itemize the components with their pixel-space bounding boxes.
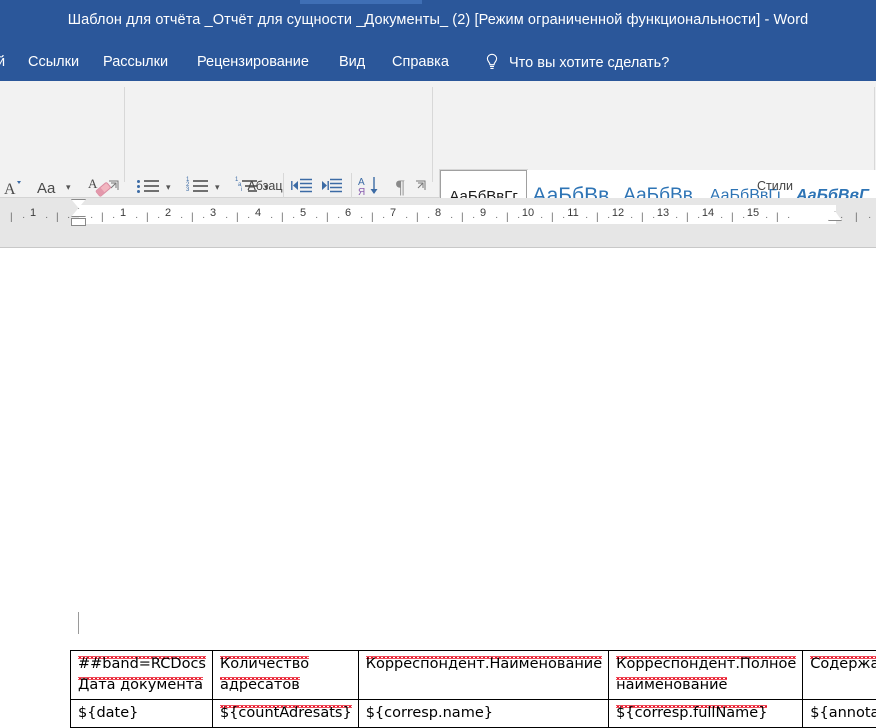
table-cell[interactable]: Корреспондент.Полное наименование [609, 651, 803, 700]
ruler-number: 15 [743, 207, 763, 219]
ruler-number: 14 [698, 207, 718, 219]
document-canvas[interactable]: ##band=RCDocs Дата документа Количество … [0, 248, 876, 644]
table-cell[interactable]: ${date} [71, 700, 213, 728]
ruler-number: 12 [608, 207, 628, 219]
active-tab-accent [300, 0, 422, 4]
ruler-number: 2 [161, 207, 175, 219]
table-cell[interactable]: ${corresp.name} [358, 700, 608, 728]
tell-me-label: Что вы хотите сделать? [509, 55, 669, 71]
show-formatting-marks-icon[interactable]: ¶ [392, 175, 414, 197]
title-bar: Шаблон для отчёта _Отчёт для сущности _Д… [0, 0, 876, 44]
cell-text: ##band=RCDocs Дата документа [78, 656, 206, 696]
svg-text:Aa: Aa [37, 180, 56, 197]
ruler-number: 4 [251, 207, 265, 219]
tab-references[interactable]: Ссылки [28, 54, 79, 70]
svg-text:A: A [88, 176, 98, 191]
cell-text: ${countAdresats} [220, 705, 352, 724]
group-separator-styles [874, 87, 875, 182]
change-case-icon[interactable]: Aa [34, 175, 66, 199]
tab-mailings[interactable]: Рассылки [103, 54, 168, 70]
document-table[interactable]: ##band=RCDocs Дата документа Количество … [70, 650, 876, 728]
left-indent-marker[interactable] [71, 218, 86, 226]
table-row[interactable]: ${date} ${countAdresats} ${corresp.name}… [71, 700, 876, 728]
group-label-paragraph: Абзац [180, 179, 350, 193]
ruler-number: 9 [476, 207, 490, 219]
bullet-list-chevron-down-icon[interactable]: ▾ [166, 182, 171, 193]
grow-font-icon[interactable]: A [2, 175, 26, 199]
cell-text: Корреспондент.Наименование [366, 656, 602, 675]
ruler-number: 13 [653, 207, 673, 219]
cell-text: ${date} [78, 705, 138, 721]
cell-text: Количество адресатов [220, 656, 309, 696]
group-separator-font [124, 87, 125, 182]
table-cell[interactable]: Количество адресатов [212, 651, 358, 700]
tab-help[interactable]: Справка [392, 54, 449, 70]
ribbon-tab-bar: й Ссылки Рассылки Рецензирование Вид Спр… [0, 44, 876, 81]
ruler-number: 6 [341, 207, 355, 219]
ruler[interactable]: | · 1 · | · · | · 1 · | · 2 · | · 3 · | … [0, 198, 876, 248]
table-cell[interactable]: Корреспондент.Наименование [358, 651, 608, 700]
cell-text: Корреспондент.Полное наименование [616, 656, 796, 696]
lightbulb-icon [485, 53, 499, 71]
ruler-number: 7 [386, 207, 400, 219]
tab-partial-left[interactable]: й [0, 54, 5, 70]
ribbon: A Aa ▾ A ▾ ab ▾ A ▾ [0, 81, 876, 198]
table-cell[interactable]: ##band=RCDocs Дата документа [71, 651, 213, 700]
font-dialog-launcher[interactable] [108, 180, 120, 192]
ruler-number: 1 [26, 207, 40, 219]
paragraph-dialog-launcher[interactable] [415, 180, 427, 192]
cell-text: ${corresp.fullName} [616, 705, 767, 724]
svg-text:A: A [4, 181, 16, 197]
ruler-number: 8 [431, 207, 445, 219]
table-cell[interactable]: ${countAdresats} [212, 700, 358, 728]
ruler-number: 5 [296, 207, 310, 219]
window-title: Шаблон для отчёта _Отчёт для сущности _Д… [0, 12, 876, 28]
ruler-number: 11 [563, 207, 583, 219]
cell-text: ${corresp.name} [366, 705, 493, 721]
cell-text: Содержание [810, 656, 876, 675]
paragraph-separator-2 [351, 173, 352, 199]
change-case-chevron-down-icon[interactable]: ▾ [66, 182, 71, 193]
tab-view[interactable]: Вид [339, 54, 365, 70]
sort-az-icon[interactable]: A Я [357, 175, 381, 197]
text-caret [78, 612, 79, 634]
svg-text:¶: ¶ [396, 177, 405, 197]
ruler-marks: | · 1 · | · · | · 1 · | · 2 · | · 3 · | … [0, 205, 876, 224]
table-cell[interactable]: ${corresp.fullName} [609, 700, 803, 728]
ruler-number: 10 [518, 207, 538, 219]
group-label-styles: Стили [690, 179, 860, 193]
svg-text:Я: Я [358, 187, 365, 197]
tell-me-box[interactable]: Что вы хотите сделать? [485, 54, 669, 72]
ruler-number: 3 [206, 207, 220, 219]
bullet-list-icon[interactable] [136, 177, 160, 195]
cell-text: ${annotation} [810, 705, 876, 721]
tab-review[interactable]: Рецензирование [197, 54, 309, 70]
ruler-number: 1 [116, 207, 130, 219]
table-row[interactable]: ##band=RCDocs Дата документа Количество … [71, 651, 876, 700]
table-cell[interactable]: ${annotation} [803, 700, 876, 728]
table-cell[interactable]: Содержание [803, 651, 876, 700]
group-separator-paragraph [432, 87, 433, 182]
